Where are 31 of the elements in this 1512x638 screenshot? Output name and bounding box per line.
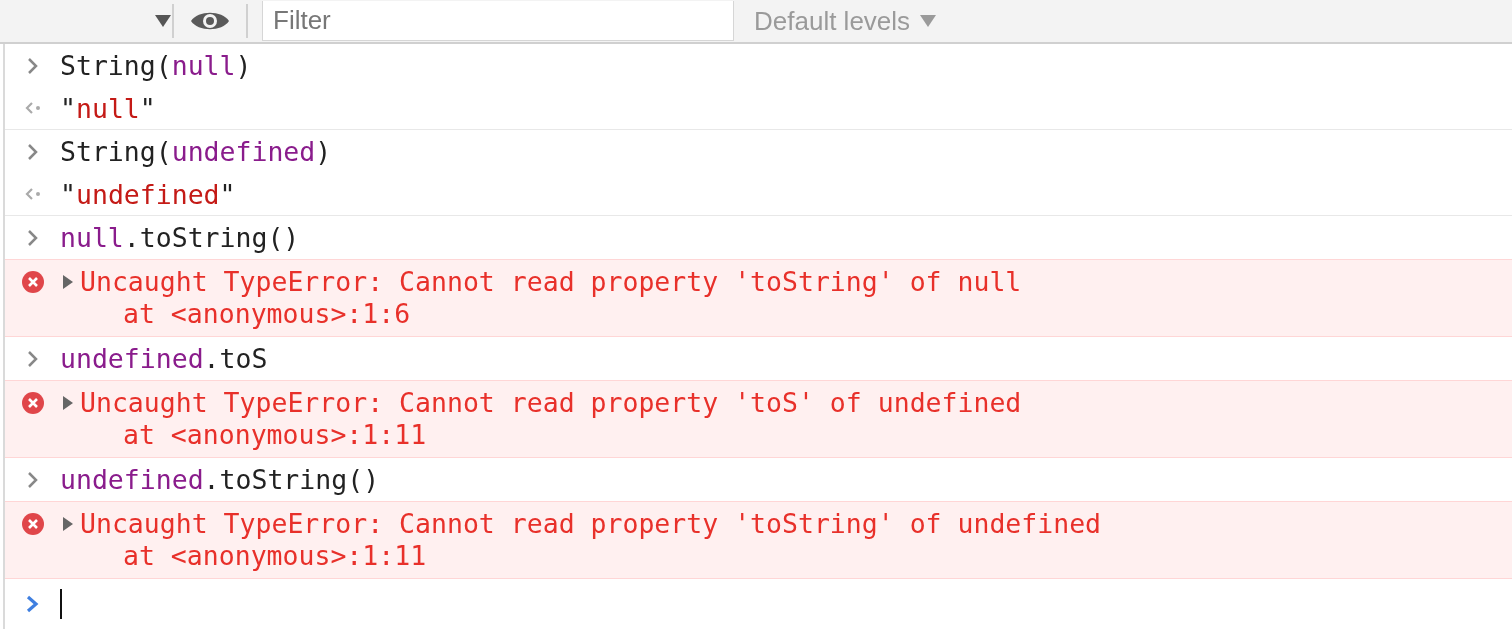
console-command: String(null) [60, 50, 252, 81]
error-icon [21, 270, 45, 294]
error-icon [21, 391, 45, 415]
stack-location: at <anonymous>:1:6 [122, 298, 412, 330]
levels-dropdown[interactable]: Default levels [754, 5, 937, 37]
console-command: undefined.toString() [60, 464, 380, 495]
error-message: Uncaught TypeError: Cannot read property 'toString' of null [80, 266, 1022, 298]
console-result: "null" [60, 92, 156, 124]
stack-location: at <anonymous>:1:11 [122, 419, 428, 451]
console-result: "undefined" [60, 178, 236, 210]
console-command: null.toString() [60, 222, 300, 253]
expand-triangle-icon[interactable] [62, 516, 74, 532]
expand-triangle-icon[interactable] [62, 395, 74, 411]
dropdown-caret-icon[interactable] [154, 14, 172, 28]
chevron-icon [27, 56, 39, 75]
console-command: String(undefined) [60, 136, 332, 167]
error-message: Uncaught TypeError: Cannot read property 'toS' of undefined [80, 387, 1022, 419]
expand-triangle-icon[interactable] [62, 274, 74, 290]
return-arrow-icon [24, 187, 42, 201]
chevron-icon [27, 349, 39, 368]
chevron-icon [27, 470, 39, 489]
prompt-chevron-icon [26, 595, 40, 613]
return-arrow-icon [24, 101, 42, 115]
error-icon [21, 512, 45, 536]
stack-location: at <anonymous>:1:11 [122, 540, 428, 572]
chevron-icon [27, 228, 39, 247]
error-message: Uncaught TypeError: Cannot read property 'toString' of undefined [80, 508, 1102, 540]
console-command: undefined.toS [60, 343, 268, 374]
caret-icon [920, 15, 937, 27]
filter-field[interactable]: Filter [262, 1, 734, 41]
chevron-icon [27, 142, 39, 161]
